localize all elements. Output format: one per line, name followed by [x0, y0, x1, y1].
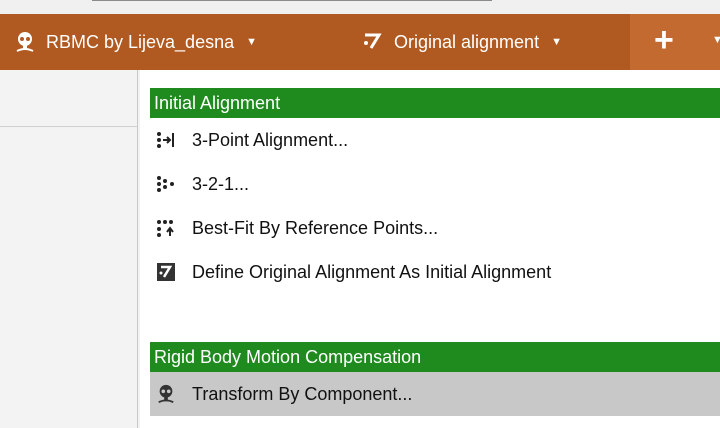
component-selector[interactable]: RBMC by Lijeva_desna ▼	[14, 14, 257, 70]
divider	[0, 126, 137, 127]
menu-item-label: Best-Fit By Reference Points...	[192, 217, 439, 238]
menu-item-3-point-alignment[interactable]: 3-Point Alignment...	[150, 118, 720, 162]
add-alignment-button[interactable]: + ▼	[630, 14, 720, 70]
three-point-alignment-icon	[156, 130, 176, 150]
menu-item-label: Define Original Alignment As Initial Ali…	[192, 261, 552, 282]
menu-item-best-fit[interactable]: Best-Fit By Reference Points...	[150, 206, 720, 250]
define-alignment-icon	[156, 262, 176, 282]
transform-component-icon	[156, 384, 176, 404]
section-header-initial-alignment: Initial Alignment	[150, 88, 720, 118]
section-header-label: Initial Alignment	[154, 92, 281, 113]
menu-item-define-original-alignment[interactable]: Define Original Alignment As Initial Ali…	[150, 250, 720, 294]
menu-item-label: 3-2-1...	[192, 173, 250, 194]
component-transform-icon	[14, 31, 36, 53]
menu-item-label: Transform By Component...	[192, 383, 413, 404]
menu-item-transform-by-component[interactable]: Transform By Component...	[150, 372, 720, 416]
chevron-down-icon: ▼	[246, 36, 257, 48]
menu-item-3-2-1[interactable]: 3-2-1...	[150, 162, 720, 206]
window-top-strip	[0, 0, 720, 14]
alignment-toolbar: RBMC by Lijeva_desna ▼ Original alignmen…	[0, 14, 720, 70]
alignment-dropdown-menu: Initial Alignment 3-Point Alignment... 3…	[140, 70, 720, 428]
alignment-icon	[362, 31, 384, 53]
chevron-down-icon: ▼	[712, 34, 720, 46]
menu-item-label: 3-Point Alignment...	[192, 129, 349, 150]
best-fit-icon	[156, 218, 176, 238]
chevron-down-icon: ▼	[551, 36, 562, 48]
three-two-one-icon	[156, 174, 176, 194]
left-panel	[0, 70, 138, 428]
divider	[92, 0, 492, 1]
plus-icon: +	[654, 21, 674, 59]
section-header-label: Rigid Body Motion Compensation	[154, 346, 422, 367]
section-header-rbmc: Rigid Body Motion Compensation	[150, 342, 720, 372]
alignment-selector-label: Original alignment	[394, 31, 540, 52]
component-selector-label: RBMC by Lijeva_desna	[46, 31, 235, 52]
alignment-selector[interactable]: Original alignment ▼	[362, 14, 562, 70]
